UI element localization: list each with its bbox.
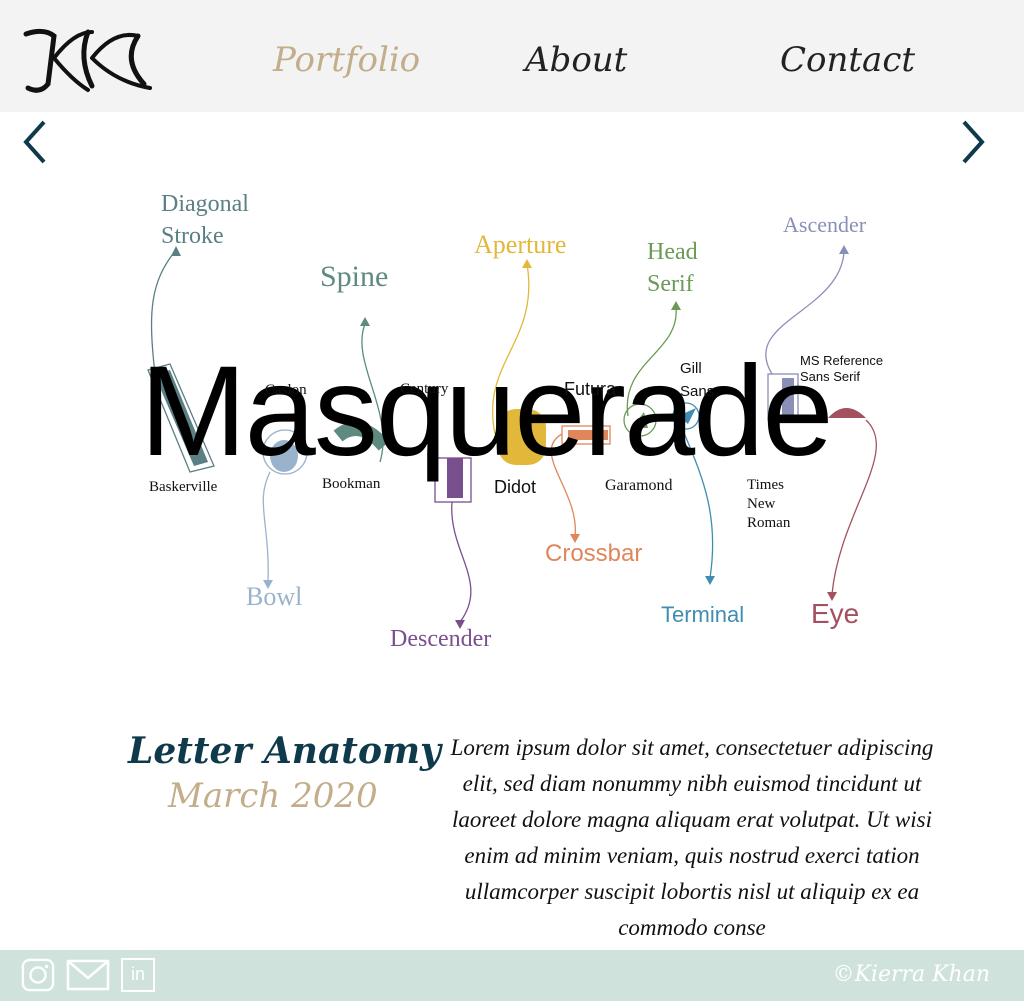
nav-about[interactable]: About [525, 40, 627, 80]
font-garamond: Garamond [605, 477, 673, 494]
font-futura: Futura [564, 379, 617, 399]
label-spine: Spine [320, 260, 389, 293]
mail-icon[interactable] [66, 958, 110, 992]
project-date: March 2020 [168, 776, 378, 816]
site-header: Portfolio About Contact [0, 0, 1024, 112]
label-ascender: Ascender [783, 212, 867, 237]
label-diagonal-stroke: Diagonal Stroke [161, 191, 249, 249]
chevron-left-icon[interactable] [14, 112, 54, 172]
masquerade-word: Masquerade [140, 340, 834, 483]
font-caslon: Caslon [265, 382, 307, 398]
instagram-icon[interactable] [20, 958, 56, 992]
font-gill-sans: Gill Sans [680, 360, 715, 400]
label-eye: Eye [811, 598, 860, 629]
kk-monogram-logo[interactable] [18, 22, 158, 98]
copyright-text: ©Kierra Khan [832, 962, 990, 987]
font-didot: Didot [494, 477, 537, 497]
label-crossbar: Crossbar [545, 540, 643, 567]
font-bookman: Bookman [322, 476, 381, 492]
nav-portfolio[interactable]: Portfolio [273, 40, 420, 80]
chevron-right-icon[interactable] [954, 112, 994, 172]
label-descender: Descender [390, 626, 492, 652]
site-footer: in ©Kierra Khan [0, 950, 1024, 1001]
nav-contact[interactable]: Contact [780, 40, 915, 80]
label-aperture: Aperture [474, 230, 567, 259]
label-bowl: Bowl [246, 582, 303, 611]
font-century: Century [400, 381, 449, 397]
font-ms-reference-sans-serif: MS Reference Sans Serif [800, 353, 884, 384]
font-baskerville: Baskerville [149, 479, 218, 495]
font-times-new-roman: Times New Roman [747, 477, 791, 531]
project-description: Lorem ipsum dolor sit amet, consectetuer… [450, 735, 934, 940]
linkedin-icon[interactable]: in [121, 958, 155, 992]
letter-anatomy-artwork: Masquerade Diagonal Stroke Spine Apertur… [0, 112, 1024, 712]
label-terminal: Terminal [661, 602, 745, 627]
label-head-serif: Head Serif [647, 239, 698, 297]
project-title: Letter Anatomy [128, 730, 441, 772]
